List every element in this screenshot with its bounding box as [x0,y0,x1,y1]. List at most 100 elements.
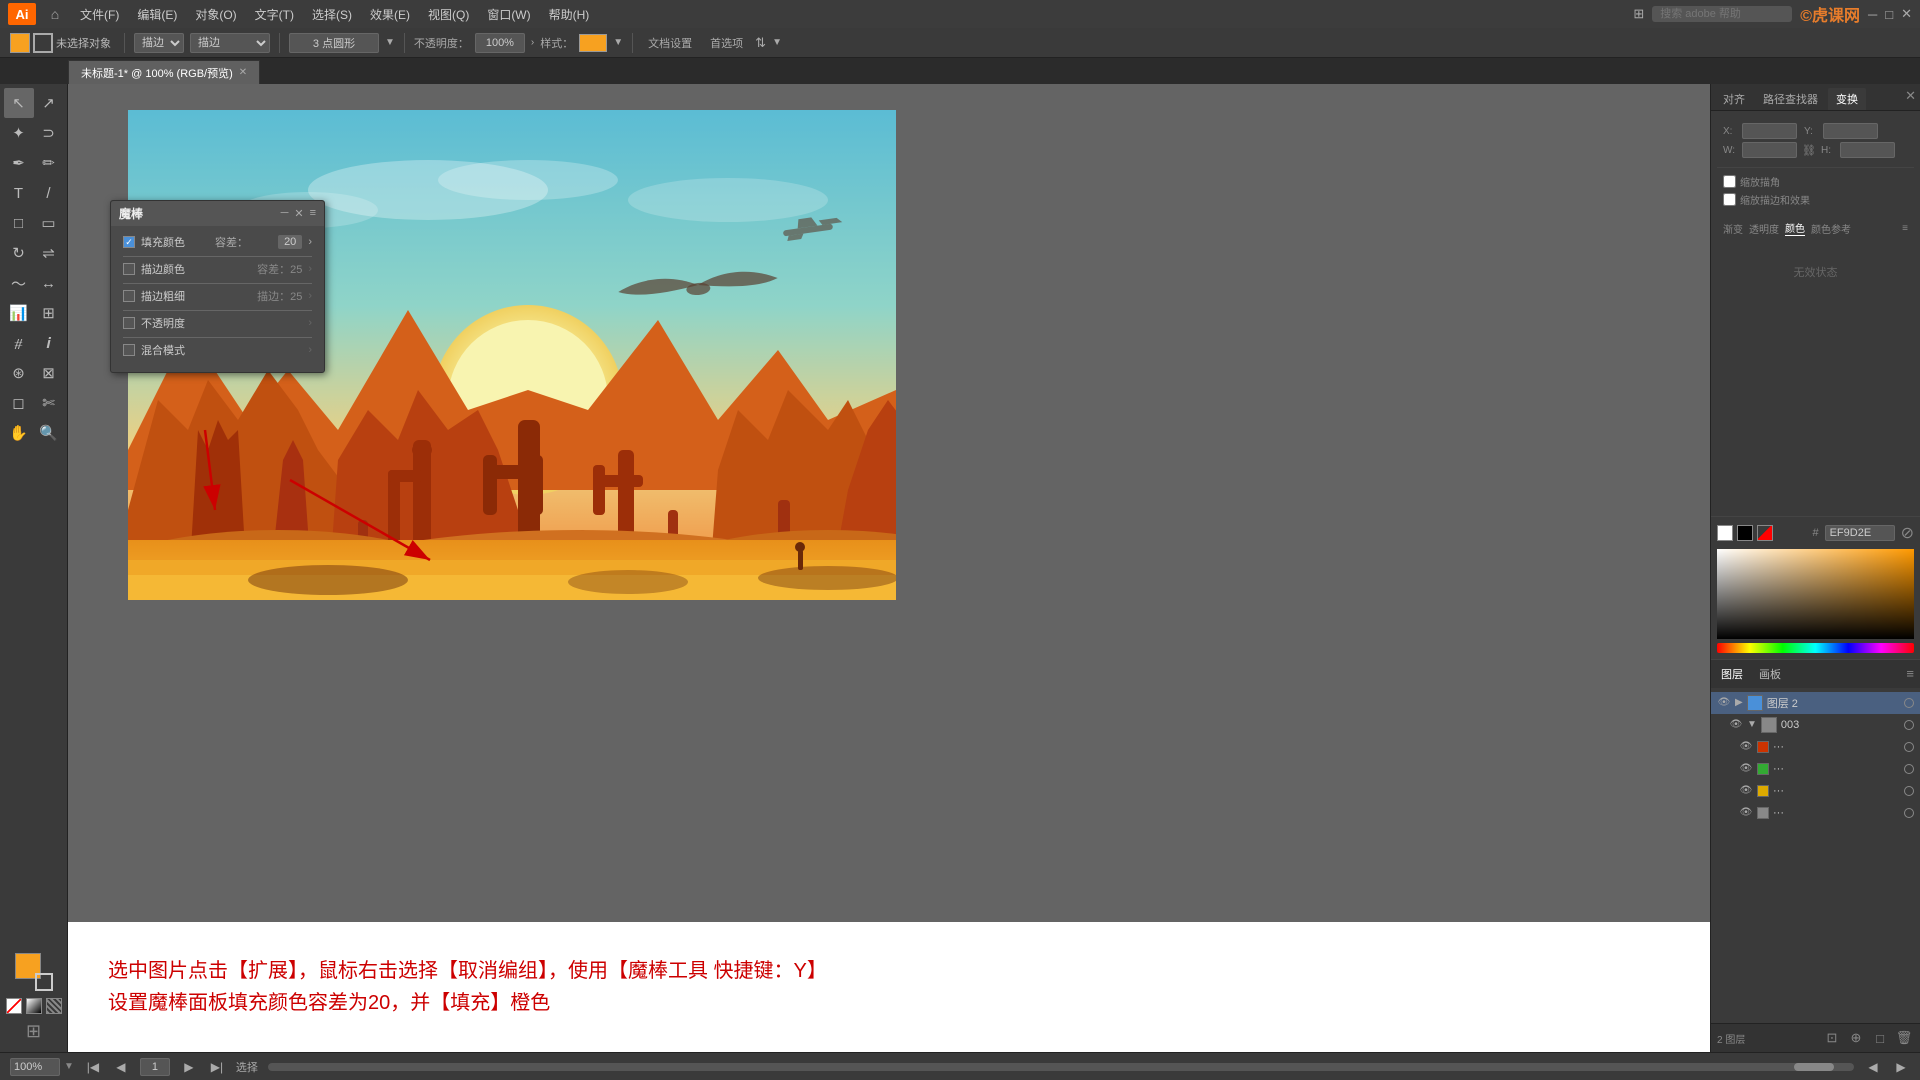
layer-row-5[interactable]: 👁 ··· [1711,780,1920,802]
window-close[interactable]: ✕ [1901,6,1912,22]
rounded-rect[interactable]: ▭ [34,208,64,238]
bar-chart[interactable]: ⊞ [34,298,64,328]
layer-circle-3[interactable] [1904,742,1914,752]
scissors-tool[interactable]: ✄ [34,388,64,418]
tab-transform[interactable]: 变换 [1828,88,1866,110]
blend-mode-arrow[interactable]: › [308,344,312,356]
opacity-input[interactable] [475,33,525,53]
fill-tolerance-value[interactable]: 20 [278,235,302,249]
scrollbar[interactable] [268,1063,1854,1071]
graph-tool[interactable]: 📊 [4,298,34,328]
scale-strokes-checkbox[interactable] [1723,193,1736,206]
menu-window[interactable]: 窗口(W) [479,4,538,25]
scroll-left[interactable]: ◀ [1864,1058,1882,1076]
black-color-btn[interactable] [1737,525,1753,541]
menu-text[interactable]: 文字(T) [247,4,302,25]
hue-bar[interactable] [1717,643,1914,653]
opacity-arrow[interactable]: › [308,317,312,329]
eyedropper-tool[interactable]: 𝒊 [34,328,64,358]
h-input[interactable] [1840,142,1895,158]
home-icon[interactable]: ⌂ [44,3,66,25]
gradient-indicator[interactable] [26,998,42,1014]
rotate-tool[interactable]: ↻ [4,238,34,268]
pattern-indicator[interactable] [46,998,62,1014]
window-maximize[interactable]: □ [1885,7,1893,22]
layer-circle-1[interactable] [1904,698,1914,708]
panel-menu-btn[interactable]: ≡ [310,207,316,220]
layer-eye-1[interactable]: 👁 [1717,696,1731,710]
paintbucket-tool[interactable]: ⧣ [4,328,34,358]
hand-tool[interactable]: ✋ [4,418,34,448]
slice-tool[interactable]: ⊠ [34,358,64,388]
blend-mode-checkbox[interactable] [123,344,135,356]
opacity-tab[interactable]: 透明度 [1749,221,1779,236]
layer-circle-5[interactable] [1904,786,1914,796]
tab-align[interactable]: 对齐 [1715,88,1753,110]
layer-circle-6[interactable] [1904,808,1914,818]
none-color-btn[interactable] [1757,525,1773,541]
artboard-tab[interactable]: 画板 [1755,664,1785,684]
prev-page-btn[interactable]: ◀ [112,1058,130,1076]
color-ref-tab[interactable]: 颜色参考 [1811,221,1851,236]
search-input[interactable] [1652,6,1792,22]
stroke-indicator[interactable] [33,33,53,53]
doc-settings-btn[interactable]: 文档设置 [642,33,698,53]
stroke-weight-checkbox[interactable] [123,290,135,302]
layer-eye-3[interactable]: 👁 [1739,740,1753,754]
tool-select[interactable]: 描边 [190,33,270,53]
blend-tool[interactable]: ⊛ [4,358,34,388]
size-input[interactable] [289,33,379,53]
stroke-weight-arrow[interactable]: › [308,290,312,302]
delete-layer-btn[interactable]: 🗑 [1894,1028,1914,1048]
layer-row-6[interactable]: 👁 ··· [1711,802,1920,824]
color-tab[interactable]: 颜色 [1785,220,1805,236]
document-tab[interactable]: 未标题-1* @ 100% (RGB/预览) ✕ [68,60,260,84]
rect-tool[interactable]: □ [4,208,34,238]
arrange-icon[interactable]: ⇅ [755,35,766,51]
no-attr-icon[interactable]: ⊘ [1901,523,1914,543]
direct-select-tool[interactable]: ↗ [34,88,64,118]
layer-eye-4[interactable]: 👁 [1739,762,1753,776]
panel-close-btn[interactable]: ✕ [294,207,303,220]
opacity-arrow[interactable]: › [531,37,534,48]
menu-object[interactable]: 对象(O) [187,4,244,25]
extra-tool[interactable]: ⊞ [26,1021,41,1042]
make-clipping-btn[interactable]: ⊡ [1822,1028,1842,1048]
layer-row-3[interactable]: 👁 ··· [1711,736,1920,758]
layer-circle-2[interactable] [1904,720,1914,730]
layer-eye-2[interactable]: 👁 [1729,718,1743,732]
white-color-btn[interactable] [1717,525,1733,541]
type-tool[interactable]: T [4,178,34,208]
layer-circle-4[interactable] [1904,764,1914,774]
line-tool[interactable]: / [34,178,64,208]
zoom-tool[interactable]: 🔍 [34,418,64,448]
hex-value[interactable]: EF9D2E [1825,525,1895,541]
next-page-btn[interactable]: ▶ [180,1058,198,1076]
x-input[interactable] [1742,123,1797,139]
layer-expand-1[interactable]: ▶ [1735,697,1743,708]
y-input[interactable] [1823,123,1878,139]
select-tool[interactable]: ↖ [4,88,34,118]
menu-select[interactable]: 选择(S) [304,4,360,25]
scroll-right[interactable]: ▶ [1892,1058,1910,1076]
preferences-btn[interactable]: 首选项 [704,33,749,53]
layers-tab[interactable]: 图层 [1717,664,1747,684]
eraser-tool[interactable]: ◻ [4,388,34,418]
lasso-tool[interactable]: ⊃ [34,118,64,148]
style-swatch[interactable] [579,34,607,52]
last-page-btn[interactable]: ▶| [208,1058,226,1076]
layer-row-4[interactable]: 👁 ··· [1711,758,1920,780]
opacity-checkbox[interactable] [123,317,135,329]
create-new-sublayer-btn[interactable]: ⊕ [1846,1028,1866,1048]
tab-pathfinder[interactable]: 路径查找器 [1755,88,1826,110]
stroke-tolerance-arrow[interactable]: › [308,263,312,275]
layer-expand-2[interactable]: ▼ [1747,719,1757,730]
menu-help[interactable]: 帮助(H) [541,4,598,25]
window-minimize[interactable]: ─ [1868,7,1877,22]
screen-mode-icon[interactable]: ⊞ [1633,6,1644,22]
stroke-color-checkbox[interactable] [123,263,135,275]
reflect-tool[interactable]: ⇌ [34,238,64,268]
layers-options[interactable]: ≡ [1906,666,1914,681]
zoom-dropdown[interactable]: ▼ [64,1061,74,1072]
size-dropdown-icon[interactable]: ▼ [385,37,395,48]
